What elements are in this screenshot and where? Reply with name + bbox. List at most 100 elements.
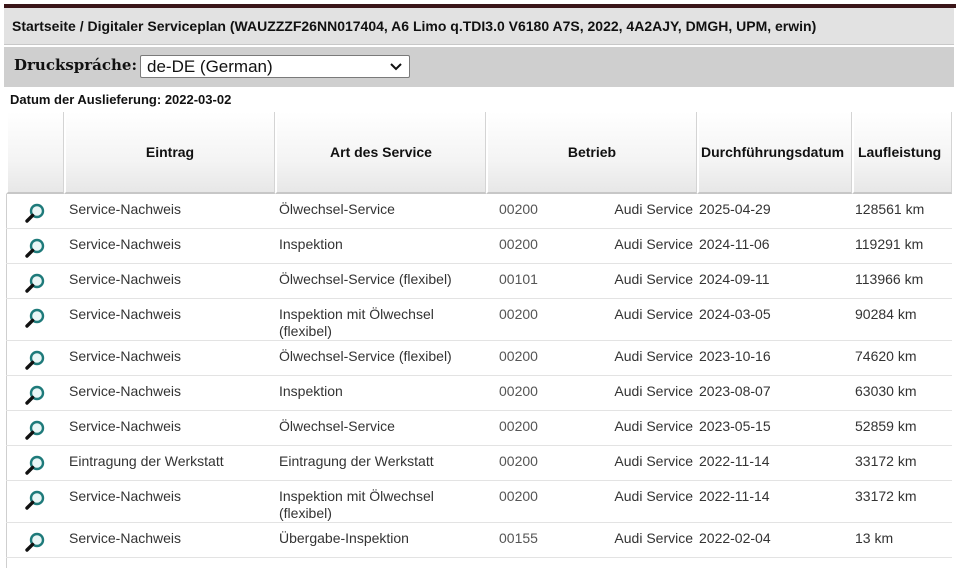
service-type-text: Übergabe-Inspektion xyxy=(279,530,409,546)
entry-text: Service-Nachweis xyxy=(69,383,182,399)
betrieb-code: 00200 xyxy=(499,306,538,322)
table-row[interactable]: Service-Nachweis Inspektion mit Ölwechsel… xyxy=(6,299,952,341)
table-row[interactable]: Service-Nachweis Inspektion 00200 Audi Serv… xyxy=(6,229,952,264)
service-type-cell: Inspektion mit Ölwechsel (flexibel) xyxy=(275,299,486,341)
magnifier-icon[interactable] xyxy=(24,419,46,441)
entry-cell: Service-Nachweis xyxy=(64,194,275,229)
betrieb-code: 00200 xyxy=(499,348,538,364)
col-header-mileage[interactable]: Laufleistung xyxy=(852,112,952,194)
betrieb-cell: 00200 Audi Service xyxy=(486,229,697,264)
mileage-cell: 128561 km xyxy=(852,194,952,229)
col-header-icon xyxy=(6,112,64,194)
col-header-art[interactable]: Art des Service xyxy=(275,112,486,194)
betrieb-cell: 00200 Audi Service xyxy=(486,446,697,481)
magnifier-icon[interactable] xyxy=(24,307,46,329)
magnifier-icon[interactable] xyxy=(24,454,46,476)
date-text: 2022-02-04 xyxy=(699,530,771,546)
row-action-cell xyxy=(6,411,64,446)
table-row[interactable]: Service-Nachweis Inspektion mit Ölwechsel… xyxy=(6,481,952,523)
service-type-cell: Übergabe-Inspektion xyxy=(275,523,486,558)
table-row[interactable]: Service-Nachweis Ölwechsel-Service (flexi… xyxy=(6,264,952,299)
service-table-container: Eintrag Art des Service Betrieb Durchfüh… xyxy=(6,112,954,568)
betrieb-cell: 00200 Audi Service xyxy=(486,376,697,411)
entry-text: Service-Nachweis xyxy=(69,306,182,322)
service-type-text: Ölwechsel-Service (flexibel) xyxy=(279,271,452,287)
table-row[interactable]: Service-Nachweis Ölwechsel-Service 00200 Au… xyxy=(6,194,952,229)
mileage-text: 33172 km xyxy=(855,453,917,469)
entry-text: Service-Nachweis xyxy=(69,348,182,364)
date-text: 2022-11-14 xyxy=(699,453,770,469)
row-action-cell xyxy=(6,229,64,264)
magnifier-icon[interactable] xyxy=(24,237,46,259)
betrieb-code: 00101 xyxy=(499,271,538,287)
col-header-betrieb[interactable]: Betrieb xyxy=(486,112,697,194)
date-cell: 2024-03-05 xyxy=(697,299,852,341)
mileage-text: 74620 km xyxy=(855,348,917,364)
table-row[interactable]: Service-Nachweis Inspektion 00200 Audi Serv… xyxy=(6,376,952,411)
mileage-cell: 90284 km xyxy=(852,299,952,341)
mileage-text: 52859 km xyxy=(855,418,917,434)
table-row[interactable]: Service-Nachweis Übergabe-Inspektion 00155… xyxy=(6,523,952,558)
betrieb-cell: 00200 Audi Service xyxy=(486,411,697,446)
service-type-cell: Inspektion xyxy=(275,376,486,411)
entry-cell: Service-Nachweis xyxy=(64,299,275,341)
mileage-text: 90284 km xyxy=(855,306,917,322)
betrieb-code: 00155 xyxy=(499,530,538,546)
date-cell: 2024-09-11 xyxy=(697,264,852,299)
magnifier-icon[interactable] xyxy=(24,384,46,406)
entry-text: Service-Nachweis xyxy=(69,271,182,287)
magnifier-icon[interactable] xyxy=(24,349,46,371)
service-type-cell: Ölwechsel-Service xyxy=(275,194,486,229)
date-text: 2024-11-06 xyxy=(699,236,770,252)
magnifier-icon[interactable] xyxy=(24,531,46,553)
mileage-cell: 33172 km xyxy=(852,481,952,523)
date-text: 2023-10-16 xyxy=(699,348,771,364)
service-type-cell: Ölwechsel-Service xyxy=(275,411,486,446)
table-row[interactable]: Service-Nachweis Ölwechsel-Service (flexi… xyxy=(6,341,952,376)
mileage-text: 33172 km xyxy=(855,488,917,504)
entry-text: Service-Nachweis xyxy=(69,488,182,504)
date-text: 2023-08-07 xyxy=(699,383,771,399)
row-action-cell xyxy=(6,194,64,229)
mileage-cell: 52859 km xyxy=(852,411,952,446)
row-action-cell xyxy=(6,376,64,411)
entry-text: Service-Nachweis xyxy=(69,530,182,546)
table-row[interactable]: Eintragung der Werkstatt Eintragung der W… xyxy=(6,446,952,481)
breadcrumb: Startseite / Digitaler Serviceplan (WAUZ… xyxy=(4,8,954,45)
betrieb-code: 00200 xyxy=(499,453,538,469)
magnifier-icon[interactable] xyxy=(24,489,46,511)
entry-text: Service-Nachweis xyxy=(69,418,182,434)
service-type-text: Ölwechsel-Service xyxy=(279,201,395,217)
row-action-cell xyxy=(6,264,64,299)
mileage-text: 113966 km xyxy=(855,271,924,287)
entry-text: Service-Nachweis xyxy=(69,201,182,217)
betrieb-code: 00200 xyxy=(499,383,538,399)
table-row[interactable]: Service-Nachweis Ölwechsel-Service 00200 Au… xyxy=(6,411,952,446)
date-text: 2022-11-14 xyxy=(699,488,770,504)
date-text: 2024-03-05 xyxy=(699,306,771,322)
service-type-text: Inspektion mit Ölwechsel (flexibel) xyxy=(279,488,434,521)
col-header-entry[interactable]: Eintrag xyxy=(64,112,275,194)
date-text: 2025-04-29 xyxy=(699,201,771,217)
delivery-date: Datum der Auslieferung: 2022-03-02 xyxy=(10,92,232,107)
print-language-select[interactable]: de-DE (German) xyxy=(140,55,410,78)
magnifier-icon[interactable] xyxy=(24,202,46,224)
entry-text: Eintragung der Werkstatt xyxy=(69,453,224,469)
col-header-date[interactable]: Durchführungsdatum xyxy=(697,112,852,194)
betrieb-cell: 00200 Audi Service xyxy=(486,194,697,229)
print-language-label: Druckspráche: xyxy=(14,56,138,74)
mileage-cell: 74620 km xyxy=(852,341,952,376)
date-cell: 2022-02-04 xyxy=(697,523,852,558)
betrieb-code: 00200 xyxy=(499,201,538,217)
magnifier-icon[interactable] xyxy=(24,272,46,294)
print-language-bar: Druckspráche: de-DE (German) xyxy=(4,47,954,87)
mileage-cell: 63030 km xyxy=(852,376,952,411)
entry-cell: Service-Nachweis xyxy=(64,264,275,299)
betrieb-cell: 00200 Audi Service xyxy=(486,341,697,376)
top-rule xyxy=(0,0,960,8)
date-text: 2024-09-11 xyxy=(699,271,770,287)
service-type-text: Inspektion xyxy=(279,236,343,252)
chevron-down-icon xyxy=(390,63,402,71)
entry-cell: Service-Nachweis xyxy=(64,376,275,411)
date-cell: 2023-08-07 xyxy=(697,376,852,411)
